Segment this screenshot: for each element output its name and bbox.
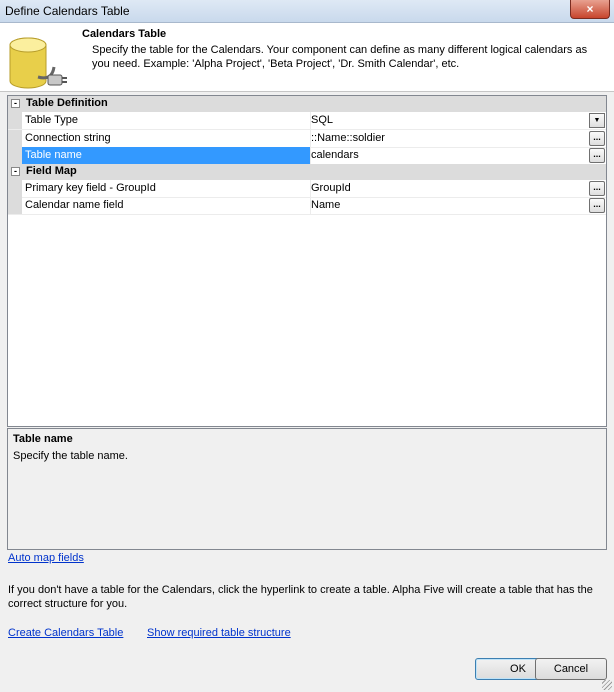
ellipsis-button[interactable]: ... <box>589 181 605 196</box>
row-gutter <box>8 147 22 164</box>
collapse-icon[interactable]: - <box>11 99 20 108</box>
header-title: Calendars Table <box>82 28 167 40</box>
property-value[interactable]: Name <box>311 197 581 214</box>
help-description: Specify the table name. <box>13 450 128 462</box>
window-title: Define Calendars Table <box>5 4 130 18</box>
ellipsis-button[interactable]: ... <box>589 131 605 146</box>
property-value[interactable]: GroupId <box>311 180 581 197</box>
header-description: Specify the table for the Calendars. You… <box>92 44 588 70</box>
ellipsis-button[interactable]: ... <box>589 198 605 213</box>
create-calendars-table-link[interactable]: Create Calendars Table <box>8 627 123 639</box>
property-row-table-type[interactable]: Table Type SQL ▼ <box>8 112 606 130</box>
property-name[interactable]: Connection string <box>22 130 311 147</box>
help-panel: Table name Specify the table name. <box>7 428 607 550</box>
property-name[interactable]: Table name <box>22 147 311 164</box>
group-label: Field Map <box>26 165 77 177</box>
group-field-map[interactable]: - Field Map <box>8 164 606 180</box>
collapse-icon[interactable]: - <box>11 167 20 176</box>
property-value[interactable]: calendars <box>311 147 581 164</box>
group-label: Table Definition <box>26 97 108 109</box>
property-value[interactable]: ::Name::soldier <box>311 130 581 147</box>
group-table-definition[interactable]: - Table Definition <box>8 96 606 112</box>
row-gutter <box>8 112 22 129</box>
property-row-connection-string[interactable]: Connection string ::Name::soldier ... <box>8 130 606 148</box>
property-grid: - Table Definition Table Type SQL ▼ Conn… <box>7 95 607 427</box>
property-value[interactable]: SQL <box>311 112 581 129</box>
property-name[interactable]: Table Type <box>22 112 311 129</box>
ellipsis-button[interactable]: ... <box>589 148 605 163</box>
row-gutter <box>8 180 22 197</box>
property-name[interactable]: Primary key field - GroupId <box>22 180 311 197</box>
close-button[interactable]: × <box>570 0 610 19</box>
row-gutter <box>8 197 22 214</box>
property-row-calendar-name[interactable]: Calendar name field Name ... <box>8 197 606 215</box>
cancel-button[interactable]: Cancel <box>535 658 607 680</box>
title-bar: Define Calendars Table × <box>0 0 614 23</box>
create-table-note: If you don't have a table for the Calend… <box>8 584 593 610</box>
property-row-table-name[interactable]: Table name calendars ... <box>8 147 606 165</box>
dropdown-arrow-icon[interactable]: ▼ <box>589 113 605 128</box>
database-plug-icon <box>9 37 67 89</box>
row-gutter <box>8 130 22 147</box>
help-title: Table name <box>13 433 73 445</box>
dialog-header: Calendars Table Specify the table for th… <box>0 23 614 92</box>
property-name[interactable]: Calendar name field <box>22 197 311 214</box>
auto-map-fields-link[interactable]: Auto map fields <box>8 552 84 564</box>
resize-grip-icon[interactable] <box>602 680 612 690</box>
show-table-structure-link[interactable]: Show required table structure <box>147 627 291 639</box>
property-row-primary-key[interactable]: Primary key field - GroupId GroupId ... <box>8 180 606 198</box>
